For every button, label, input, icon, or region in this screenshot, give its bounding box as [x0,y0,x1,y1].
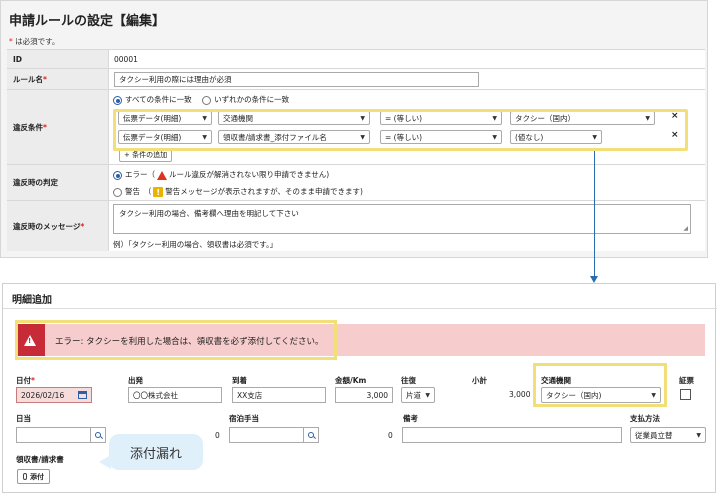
match-any-radio[interactable] [202,95,212,105]
remarks-label: 備考 [403,414,418,423]
required-star: * [9,37,13,46]
rule-name-label: ルール名 * [7,69,109,89]
message-example: 例）「タクシー利用の場合、領収書は必須です。」 [113,240,278,249]
error-option-desc: ルール違反が解消されない限り申請できません) [169,170,330,179]
message-label-text: 違反時のメッセージ [13,221,81,231]
calendar-icon[interactable] [78,391,87,399]
round-trip-label: 往復 [401,376,416,385]
warning-option-label: 警告 （ [125,187,152,196]
error-option-label: エラー（ [125,170,155,179]
row-rule-name: ルール名 * タクシー利用の際には理由が必須 [7,69,705,90]
amount-input[interactable]: 3,000 [335,387,393,403]
required-note: * は必須です。 [9,36,59,47]
lodging-allowance-label: 宿泊手当 [229,414,259,423]
receipt-label: 領収書/請求書 [16,455,64,464]
date-label-text: 日付 [16,376,31,385]
error-highlight [15,320,337,360]
judgment-warning: 警告 （! 警告メッセージが表示されますが、そのまま申請できます) [113,186,363,197]
connector-line [594,151,595,278]
message-text: タクシー利用の場合、備考欄へ理由を明記して下さい [119,209,299,218]
id-label: ID [7,50,109,68]
rule-name-star: * [43,74,47,84]
id-value: 00001 [114,54,138,64]
search-icon [308,432,314,438]
error-radio[interactable] [113,170,122,180]
payment-method-value: 従業員立替 [635,430,673,440]
message-star: * [80,221,85,231]
message-label: 違反時のメッセージ * [7,201,109,251]
date-input[interactable]: 2026/02/16 [16,387,92,403]
lodging-allowance-amount: 0 [388,431,393,440]
chevron-down-icon: ▼ [425,391,430,399]
paperclip-icon [23,473,27,480]
date-star: * [31,376,35,385]
attach-button[interactable]: 添付 [17,469,50,484]
date-label: 日付* [16,375,35,386]
violation-conditions-label-text: 違反条件 [13,122,43,132]
line-item-title: 明細追加 [12,295,52,306]
warning-exclamation-icon: ! [153,187,164,197]
judgment-label: 違反時の判定 [7,165,109,200]
daily-allowance-search-button[interactable] [91,427,106,443]
match-all-radio[interactable] [113,95,122,105]
warning-option-desc: 警告メッセージが表示されますが、そのまま申請できます) [165,187,363,196]
round-trip-select[interactable]: 片道 ▼ [401,387,435,403]
missing-attachment-callout: 添付漏れ [109,434,203,470]
violation-conditions-star: * [43,122,47,132]
divider [3,308,717,309]
subtotal-label: 小計 [472,376,487,385]
violation-conditions-label: 違反条件 * [7,90,109,164]
departure-input[interactable]: 〇〇株式会社 [128,387,222,403]
search-icon [95,432,101,438]
chevron-down-icon: ▼ [696,431,701,439]
daily-allowance-label: 日当 [16,414,31,423]
judgment-error: エラー（ ルール違反が解消されない限り申請できません) [113,169,329,180]
connector-arrow-icon [590,276,598,283]
rule-name-label-text: ルール名 [13,74,43,84]
required-note-text: は必須です。 [15,37,60,46]
evidence-checkbox[interactable] [680,389,691,400]
row-judgment: 違反時の判定 エラー（ ルール違反が解消されない限り申請できません) 警告 （! 警… [7,165,705,201]
row-id: ID 00001 [7,50,705,69]
arrival-input[interactable]: XX支店 [232,387,326,403]
page-title: 申請ルールの設定【編集】 [9,14,166,29]
match-all-label: すべての条件に一致 [125,95,192,104]
evidence-label: 証票 [679,376,694,385]
date-value: 2026/02/16 [21,390,65,400]
lodging-allowance-search-button[interactable] [304,427,319,443]
conditions-highlight [113,109,688,151]
remarks-input[interactable] [402,427,622,443]
message-textarea[interactable]: タクシー利用の場合、備考欄へ理由を明記して下さい ◢ [113,204,691,234]
attach-button-label: 添付 [30,472,44,481]
payment-method-select[interactable]: 従業員立替 ▼ [630,427,706,443]
warning-triangle-icon [157,170,167,180]
payment-method-label: 支払方法 [630,414,660,423]
row-message: 違反時のメッセージ * タクシー利用の場合、備考欄へ理由を明記して下さい ◢ 例）… [7,201,705,251]
departure-label: 出発 [128,376,143,385]
transport-highlight [533,363,667,407]
daily-allowance-input[interactable] [16,427,91,443]
daily-allowance-amount: 0 [215,431,220,440]
amount-label: 金額/Km [335,376,367,385]
rule-name-input[interactable]: タクシー利用の際には理由が必須 [114,71,479,87]
match-mode: すべての条件に一致 いずれかの条件に一致 [113,94,289,105]
arrival-label: 到着 [232,376,247,385]
match-any-label: いずれかの条件に一致 [214,95,290,104]
subtotal-value: 3,000 [509,390,531,399]
resize-handle-icon[interactable]: ◢ [683,225,688,232]
warning-radio[interactable] [113,187,122,197]
lodging-allowance-input[interactable] [229,427,304,443]
round-trip-value: 片道 [406,390,421,400]
